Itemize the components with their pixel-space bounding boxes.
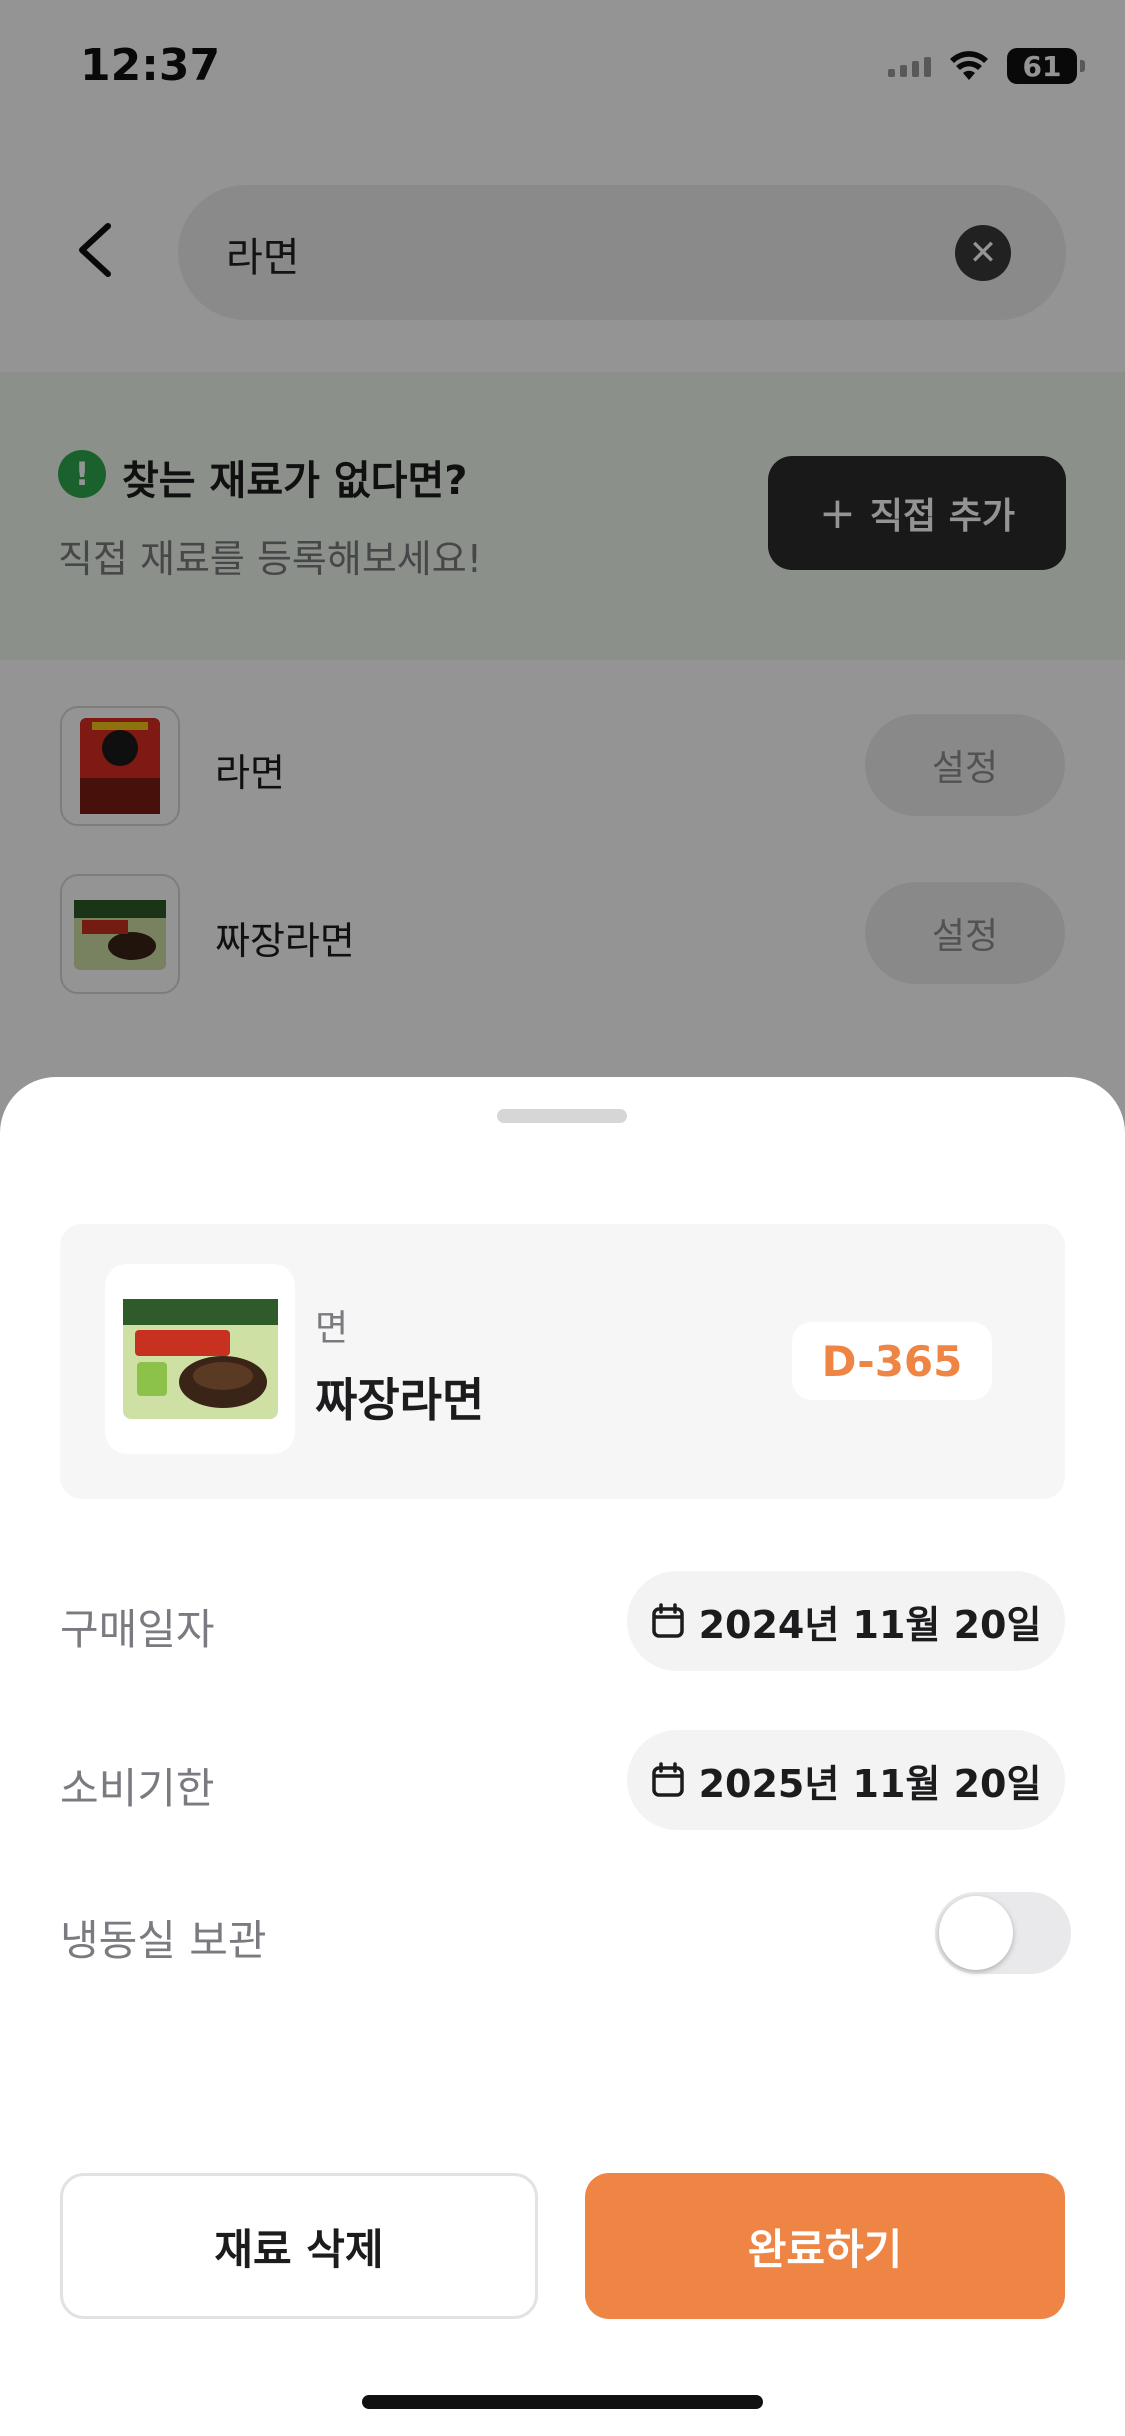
done-button[interactable]: 완료하기: [585, 2173, 1065, 2319]
expiry-date-label: 소비기한: [60, 1764, 215, 1813]
ingredient-category: 면: [315, 1308, 349, 1349]
purchase-date-value: 2024년 11월 20일: [698, 1602, 1042, 1647]
delete-ingredient-button[interactable]: 재료 삭제: [60, 2173, 538, 2319]
ingredient-image: [105, 1264, 295, 1454]
calendar-icon: [651, 1603, 684, 1638]
ingredient-name: 짜장라면: [315, 1373, 485, 1427]
toggle-knob: [939, 1896, 1013, 1970]
ingredient-detail-sheet: 면 짜장라면 D-365 구매일자 2024년 11월 20일 소비기한 202…: [0, 1077, 1125, 2436]
purchase-date-label: 구매일자: [60, 1605, 215, 1654]
freezer-label: 냉동실 보관: [60, 1916, 267, 1965]
calendar-icon: [651, 1762, 684, 1797]
sheet-grabber[interactable]: [497, 1109, 627, 1123]
ingredient-card: 면 짜장라면 D-365: [60, 1224, 1065, 1499]
dday-badge: D-365: [792, 1322, 992, 1400]
home-indicator[interactable]: [362, 2395, 763, 2409]
freezer-toggle[interactable]: [935, 1892, 1071, 1974]
expiry-date-picker[interactable]: 2025년 11월 20일: [627, 1730, 1065, 1830]
expiry-date-value: 2025년 11월 20일: [698, 1761, 1042, 1806]
purchase-date-picker[interactable]: 2024년 11월 20일: [627, 1571, 1065, 1671]
